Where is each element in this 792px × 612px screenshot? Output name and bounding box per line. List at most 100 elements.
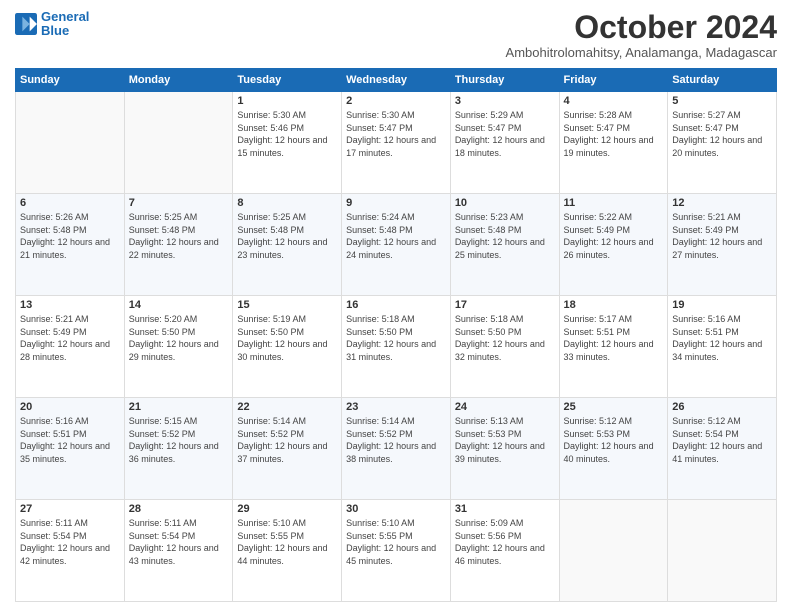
day-number: 21 bbox=[129, 401, 229, 413]
calendar-cell: 13 Sunrise: 5:21 AM Sunset: 5:49 PM Dayli… bbox=[16, 296, 125, 398]
day-number: 31 bbox=[455, 503, 555, 515]
logo: General Blue bbox=[15, 10, 89, 39]
calendar-cell: 24 Sunrise: 5:13 AM Sunset: 5:53 PM Dayli… bbox=[450, 398, 559, 500]
weekday-header: Saturday bbox=[668, 69, 777, 92]
logo-icon bbox=[15, 13, 37, 35]
title-area: October 2024 Ambohitrolomahitsy, Analama… bbox=[506, 10, 777, 60]
calendar-cell: 7 Sunrise: 5:25 AM Sunset: 5:48 PM Daylig… bbox=[124, 194, 233, 296]
calendar-cell: 31Sunrise: 5:09 AM Sunset: 5:56 PM Dayli… bbox=[450, 500, 559, 602]
day-info: Sunrise: 5:21 AM Sunset: 5:49 PM Dayligh… bbox=[20, 313, 120, 363]
calendar-cell: 10 Sunrise: 5:23 AM Sunset: 5:48 PM Dayli… bbox=[450, 194, 559, 296]
calendar-week-row: 6 Sunrise: 5:26 AM Sunset: 5:48 PM Daylig… bbox=[16, 194, 777, 296]
calendar-cell: 21 Sunrise: 5:15 AM Sunset: 5:52 PM Dayli… bbox=[124, 398, 233, 500]
day-number: 8 bbox=[237, 197, 337, 209]
day-number: 2 bbox=[346, 95, 446, 107]
calendar-week-row: 1Sunrise: 5:30 AM Sunset: 5:46 PM Daylig… bbox=[16, 92, 777, 194]
day-info: Sunrise: 5:21 AM Sunset: 5:49 PM Dayligh… bbox=[672, 211, 772, 261]
calendar-cell: 26 Sunrise: 5:12 AM Sunset: 5:54 PM Dayli… bbox=[668, 398, 777, 500]
day-number: 19 bbox=[672, 299, 772, 311]
day-info: Sunrise: 5:23 AM Sunset: 5:48 PM Dayligh… bbox=[455, 211, 555, 261]
day-number: 9 bbox=[346, 197, 446, 209]
day-number: 6 bbox=[20, 197, 120, 209]
day-info: Sunrise: 5:15 AM Sunset: 5:52 PM Dayligh… bbox=[129, 415, 229, 465]
day-number: 11 bbox=[564, 197, 664, 209]
weekday-header: Thursday bbox=[450, 69, 559, 92]
day-info: Sunrise: 5:18 AM Sunset: 5:50 PM Dayligh… bbox=[455, 313, 555, 363]
day-number: 26 bbox=[672, 401, 772, 413]
calendar-cell: 30Sunrise: 5:10 AM Sunset: 5:55 PM Dayli… bbox=[342, 500, 451, 602]
calendar-table: SundayMondayTuesdayWednesdayThursdayFrid… bbox=[15, 68, 777, 602]
calendar-cell: 16 Sunrise: 5:18 AM Sunset: 5:50 PM Dayli… bbox=[342, 296, 451, 398]
weekday-header: Sunday bbox=[16, 69, 125, 92]
day-number: 15 bbox=[237, 299, 337, 311]
calendar-cell: 19 Sunrise: 5:16 AM Sunset: 5:51 PM Dayli… bbox=[668, 296, 777, 398]
calendar-cell: 25Sunrise: 5:12 AM Sunset: 5:53 PM Dayli… bbox=[559, 398, 668, 500]
calendar-cell: 3Sunrise: 5:29 AM Sunset: 5:47 PM Daylig… bbox=[450, 92, 559, 194]
day-number: 4 bbox=[564, 95, 664, 107]
day-info: Sunrise: 5:30 AM Sunset: 5:46 PM Dayligh… bbox=[237, 109, 337, 159]
day-info: Sunrise: 5:17 AM Sunset: 5:51 PM Dayligh… bbox=[564, 313, 664, 363]
calendar-cell: 4Sunrise: 5:28 AM Sunset: 5:47 PM Daylig… bbox=[559, 92, 668, 194]
day-info: Sunrise: 5:26 AM Sunset: 5:48 PM Dayligh… bbox=[20, 211, 120, 261]
day-info: Sunrise: 5:19 AM Sunset: 5:50 PM Dayligh… bbox=[237, 313, 337, 363]
logo-line2: Blue bbox=[41, 23, 69, 38]
calendar-cell: 14Sunrise: 5:20 AM Sunset: 5:50 PM Dayli… bbox=[124, 296, 233, 398]
day-info: Sunrise: 5:25 AM Sunset: 5:48 PM Dayligh… bbox=[237, 211, 337, 261]
calendar-cell: 20 Sunrise: 5:16 AM Sunset: 5:51 PM Dayli… bbox=[16, 398, 125, 500]
logo-text: General Blue bbox=[41, 10, 89, 39]
day-number: 7 bbox=[129, 197, 229, 209]
day-number: 20 bbox=[20, 401, 120, 413]
day-info: Sunrise: 5:18 AM Sunset: 5:50 PM Dayligh… bbox=[346, 313, 446, 363]
calendar-cell bbox=[16, 92, 125, 194]
day-info: Sunrise: 5:14 AM Sunset: 5:52 PM Dayligh… bbox=[237, 415, 337, 465]
day-number: 12 bbox=[672, 197, 772, 209]
day-info: Sunrise: 5:20 AM Sunset: 5:50 PM Dayligh… bbox=[129, 313, 229, 363]
day-info: Sunrise: 5:11 AM Sunset: 5:54 PM Dayligh… bbox=[129, 517, 229, 567]
month-title: October 2024 bbox=[506, 10, 777, 45]
day-info: Sunrise: 5:25 AM Sunset: 5:48 PM Dayligh… bbox=[129, 211, 229, 261]
calendar-cell: 27Sunrise: 5:11 AM Sunset: 5:54 PM Dayli… bbox=[16, 500, 125, 602]
weekday-header: Tuesday bbox=[233, 69, 342, 92]
day-number: 17 bbox=[455, 299, 555, 311]
day-info: Sunrise: 5:12 AM Sunset: 5:54 PM Dayligh… bbox=[672, 415, 772, 465]
day-number: 18 bbox=[564, 299, 664, 311]
day-info: Sunrise: 5:12 AM Sunset: 5:53 PM Dayligh… bbox=[564, 415, 664, 465]
day-info: Sunrise: 5:16 AM Sunset: 5:51 PM Dayligh… bbox=[20, 415, 120, 465]
calendar-week-row: 13 Sunrise: 5:21 AM Sunset: 5:49 PM Dayli… bbox=[16, 296, 777, 398]
calendar-cell: 17 Sunrise: 5:18 AM Sunset: 5:50 PM Dayli… bbox=[450, 296, 559, 398]
calendar-header-row: SundayMondayTuesdayWednesdayThursdayFrid… bbox=[16, 69, 777, 92]
calendar-cell: 22 Sunrise: 5:14 AM Sunset: 5:52 PM Dayli… bbox=[233, 398, 342, 500]
logo-line1: General bbox=[41, 9, 89, 24]
day-number: 24 bbox=[455, 401, 555, 413]
calendar-cell: 23 Sunrise: 5:14 AM Sunset: 5:52 PM Dayli… bbox=[342, 398, 451, 500]
weekday-header: Friday bbox=[559, 69, 668, 92]
day-number: 23 bbox=[346, 401, 446, 413]
page: General Blue October 2024 Ambohitrolomah… bbox=[0, 0, 792, 612]
day-number: 16 bbox=[346, 299, 446, 311]
day-info: Sunrise: 5:13 AM Sunset: 5:53 PM Dayligh… bbox=[455, 415, 555, 465]
calendar-cell bbox=[559, 500, 668, 602]
day-number: 13 bbox=[20, 299, 120, 311]
day-number: 28 bbox=[129, 503, 229, 515]
day-info: Sunrise: 5:10 AM Sunset: 5:55 PM Dayligh… bbox=[346, 517, 446, 567]
calendar-cell: 1Sunrise: 5:30 AM Sunset: 5:46 PM Daylig… bbox=[233, 92, 342, 194]
calendar-cell: 5Sunrise: 5:27 AM Sunset: 5:47 PM Daylig… bbox=[668, 92, 777, 194]
calendar-cell: 11 Sunrise: 5:22 AM Sunset: 5:49 PM Dayli… bbox=[559, 194, 668, 296]
day-number: 22 bbox=[237, 401, 337, 413]
header: General Blue October 2024 Ambohitrolomah… bbox=[15, 10, 777, 60]
day-info: Sunrise: 5:27 AM Sunset: 5:47 PM Dayligh… bbox=[672, 109, 772, 159]
calendar-cell: 9Sunrise: 5:24 AM Sunset: 5:48 PM Daylig… bbox=[342, 194, 451, 296]
calendar-week-row: 27 Sunrise: 5:11 AM Sunset: 5:54 PM Dayli… bbox=[16, 500, 777, 602]
day-info: Sunrise: 5:22 AM Sunset: 5:49 PM Dayligh… bbox=[564, 211, 664, 261]
day-number: 10 bbox=[455, 197, 555, 209]
location: Ambohitrolomahitsy, Analamanga, Madagasc… bbox=[506, 45, 777, 60]
calendar-cell: 12 Sunrise: 5:21 AM Sunset: 5:49 PM Dayli… bbox=[668, 194, 777, 296]
calendar-cell bbox=[668, 500, 777, 602]
weekday-header: Monday bbox=[124, 69, 233, 92]
day-info: Sunrise: 5:16 AM Sunset: 5:51 PM Dayligh… bbox=[672, 313, 772, 363]
calendar-cell: 15 Sunrise: 5:19 AM Sunset: 5:50 PM Dayli… bbox=[233, 296, 342, 398]
day-number: 29 bbox=[237, 503, 337, 515]
day-number: 27 bbox=[20, 503, 120, 515]
day-info: Sunrise: 5:10 AM Sunset: 5:55 PM Dayligh… bbox=[237, 517, 337, 567]
day-info: Sunrise: 5:14 AM Sunset: 5:52 PM Dayligh… bbox=[346, 415, 446, 465]
